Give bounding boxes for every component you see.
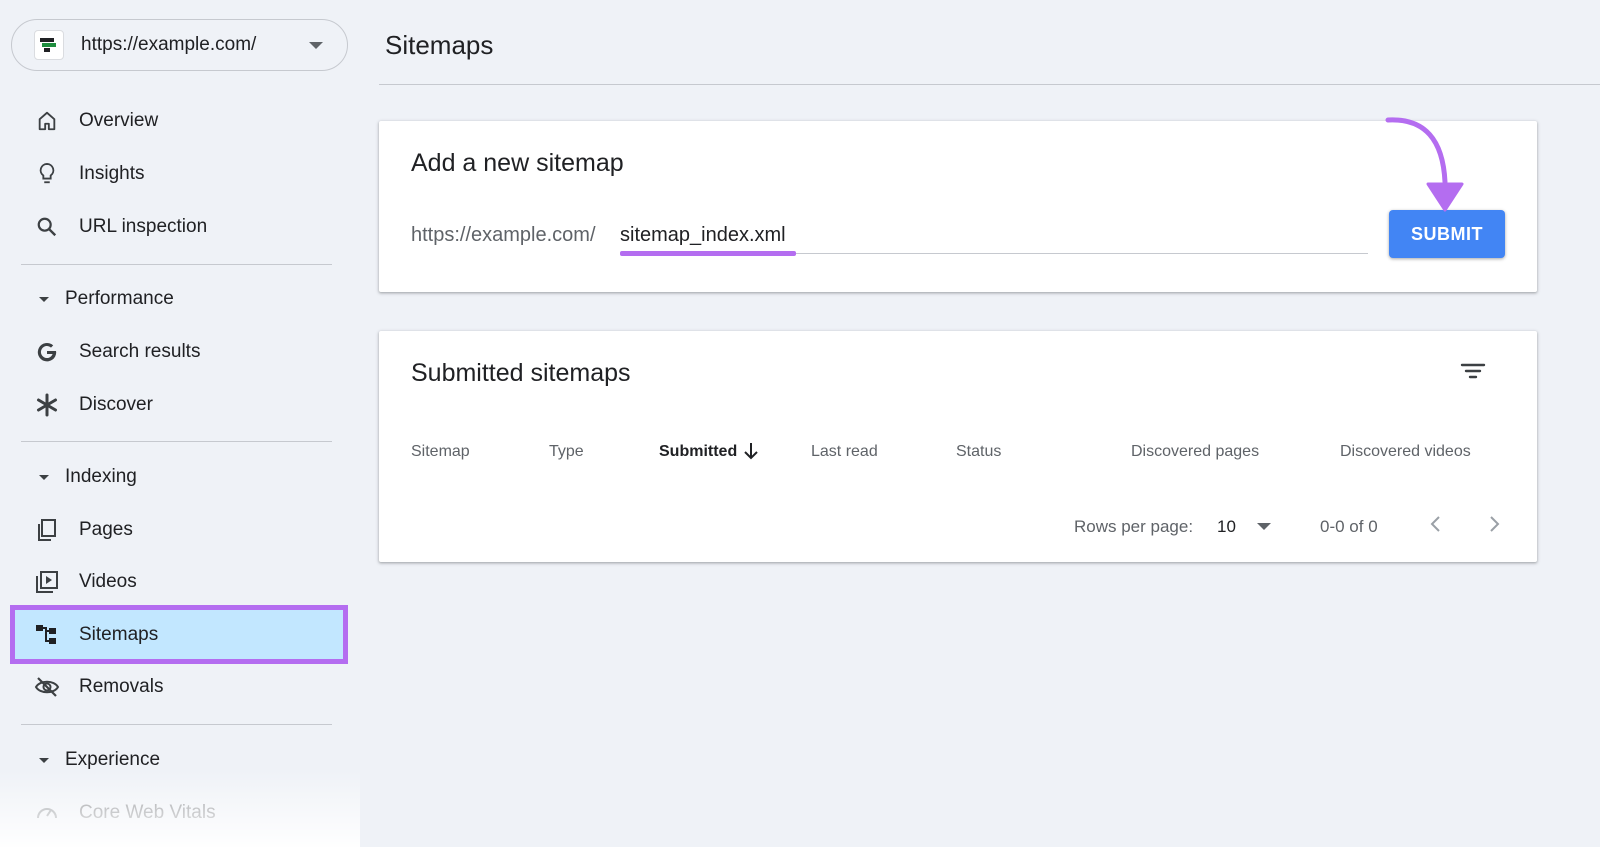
add-sitemap-title: Add a new sitemap: [411, 149, 624, 177]
sidebar-item-discover[interactable]: Discover: [22, 382, 338, 428]
collapse-arrow-icon: [39, 474, 49, 480]
lightbulb-icon: [34, 161, 60, 187]
sitemap-url-prefix: https://example.com/: [411, 224, 596, 246]
add-sitemap-card: Add a new sitemap https://example.com/ S…: [379, 121, 1537, 292]
sidebar-section-indexing[interactable]: Indexing: [22, 457, 338, 497]
sidebar-item-search-results[interactable]: Search results: [22, 329, 338, 375]
rows-per-page-label: Rows per page:: [1074, 517, 1194, 536]
property-url: https://example.com/: [81, 34, 257, 55]
sitemap-url-input[interactable]: [620, 224, 885, 247]
sidebar-item-label: Sitemaps: [79, 624, 159, 645]
column-header-discovered-videos[interactable]: Discovered videos: [1340, 443, 1471, 461]
sitemap-icon: [34, 622, 60, 648]
sidebar-section-experience[interactable]: Experience: [22, 740, 338, 780]
collapse-arrow-icon: [39, 757, 49, 763]
pagination-range: 0-0 of 0: [1320, 517, 1378, 536]
column-header-sitemap[interactable]: Sitemap: [411, 443, 470, 461]
submitted-sitemaps-card: Submitted sitemaps Sitemap Type Submitte…: [379, 331, 1537, 562]
eye-off-icon: [34, 674, 60, 700]
sidebar-item-label: Core Web Vitals: [79, 802, 216, 823]
sidebar-item-url-inspection[interactable]: URL inspection: [22, 204, 338, 250]
rows-per-page-value[interactable]: 10: [1217, 517, 1236, 537]
sidebar-item-label: Insights: [79, 163, 145, 184]
page-title: Sitemaps: [385, 30, 494, 60]
chevron-left-icon[interactable]: [1427, 512, 1445, 541]
column-header-discovered-pages[interactable]: Discovered pages: [1131, 443, 1259, 461]
sidebar-section-label: Experience: [65, 749, 161, 770]
sidebar-section-performance[interactable]: Performance: [22, 279, 338, 319]
sidebar-item-label: Videos: [79, 571, 137, 592]
sidebar-item-label: Pages: [79, 519, 133, 540]
sidebar-item-insights[interactable]: Insights: [22, 151, 338, 197]
speed-gauge-icon: [34, 800, 60, 826]
home-icon: [34, 108, 60, 134]
sidebar-item-sitemaps[interactable]: Sitemaps: [22, 612, 338, 658]
sidebar-item-removals[interactable]: Removals: [22, 664, 338, 710]
sidebar-item-label: Discover: [79, 394, 153, 415]
input-highlight-underline: [620, 251, 796, 256]
header-divider: [379, 84, 1600, 85]
sidebar-item-label: Search results: [79, 341, 201, 362]
pages-icon: [34, 517, 60, 543]
column-header-submitted[interactable]: Submitted: [659, 443, 737, 461]
column-header-status[interactable]: Status: [956, 443, 1001, 461]
filter-icon[interactable]: [1457, 355, 1489, 387]
sidebar-item-videos[interactable]: Videos: [22, 559, 338, 605]
collapse-arrow-icon: [39, 296, 49, 302]
sidebar-item-label: Overview: [79, 110, 159, 131]
sidebar-item-overview[interactable]: Overview: [22, 98, 338, 144]
submitted-sitemaps-title: Submitted sitemaps: [411, 359, 631, 387]
sidebar-section-label: Performance: [65, 288, 174, 309]
column-header-last-read[interactable]: Last read: [811, 443, 878, 461]
video-library-icon: [34, 569, 60, 595]
sidebar-item-pages[interactable]: Pages: [22, 507, 338, 553]
sidebar-section-label: Indexing: [65, 466, 137, 487]
property-selector[interactable]: https://example.com/: [11, 19, 348, 71]
asterisk-icon: [34, 392, 60, 418]
sidebar-item-label: Removals: [79, 676, 164, 697]
chevron-down-icon[interactable]: [309, 42, 323, 49]
search-icon: [34, 214, 60, 240]
sidebar-divider: [21, 441, 332, 442]
column-header-type[interactable]: Type: [549, 443, 584, 461]
sidebar-item-label: URL inspection: [79, 216, 208, 237]
property-favicon-icon: [34, 30, 64, 60]
sidebar-divider: [21, 264, 332, 265]
google-g-icon: [34, 339, 60, 365]
sort-descending-icon[interactable]: [742, 441, 760, 466]
chevron-right-icon[interactable]: [1485, 512, 1503, 541]
annotation-arrow-icon: [1385, 117, 1464, 212]
sidebar-divider: [21, 724, 332, 725]
sidebar-item-core-web-vitals[interactable]: Core Web Vitals: [22, 790, 338, 836]
rows-per-page-dropdown-icon[interactable]: [1257, 523, 1271, 530]
